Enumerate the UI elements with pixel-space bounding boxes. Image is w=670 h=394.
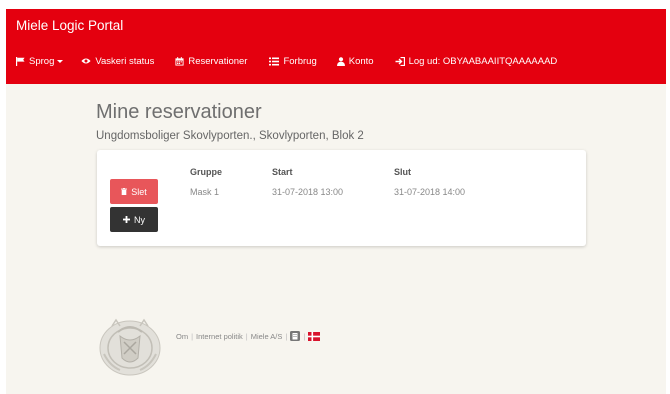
nav-language-label: Sprog	[29, 55, 55, 67]
coat-of-arms-logo	[99, 318, 161, 376]
cell-start: 31-07-2018 13:00	[272, 187, 344, 197]
nav-reservations-label: Reservationer	[188, 55, 248, 67]
cell-group: Mask 1	[190, 187, 220, 197]
nav-menu: Sprog Vaskeri status Reservationer Forbr…	[6, 53, 557, 69]
plus-icon	[123, 216, 130, 223]
brand-title[interactable]: Miele Logic Portal	[16, 18, 123, 33]
nav-reservations[interactable]: Reservationer	[175, 56, 247, 67]
header-end: Slut	[394, 167, 411, 177]
chevron-down-icon	[57, 59, 64, 63]
list-icon	[269, 57, 280, 65]
calendar-icon	[175, 56, 184, 66]
header-start: Start	[272, 167, 293, 177]
header-group: Gruppe	[190, 167, 223, 177]
nav-account[interactable]: Konto	[336, 55, 374, 67]
nav-consumption-label: Forbrug	[283, 55, 317, 67]
footer-separator: |	[285, 331, 288, 341]
nav-logout-label: Log ud: OBYAABAAIITQAAAAAAD	[408, 55, 558, 67]
footer-link-about[interactable]: Om	[176, 332, 188, 341]
building-icon[interactable]	[290, 331, 301, 341]
delete-button[interactable]: Slet	[110, 179, 158, 204]
footer-separator: |	[303, 331, 306, 341]
delete-button-label: Slet	[131, 186, 147, 197]
flag-icon	[16, 56, 25, 66]
eye-icon	[81, 58, 91, 64]
nav-consumption[interactable]: Forbrug	[269, 55, 317, 67]
app-frame: Miele Logic Portal Sprog Vaskeri status	[6, 9, 666, 394]
footer-link-internet-policy[interactable]: Internet politik	[196, 332, 243, 341]
footer-separator: |	[245, 331, 248, 341]
danish-flag-icon[interactable]	[308, 331, 321, 341]
nav-logout[interactable]: Log ud: OBYAABAAIITQAAAAAAD	[395, 55, 558, 67]
footer-links: Om | Internet politik | Miele A/S | |	[176, 331, 321, 341]
new-button-label: Ny	[134, 214, 145, 225]
nav-language[interactable]: Sprog	[16, 55, 64, 67]
nav-laundry-status[interactable]: Vaskeri status	[81, 56, 154, 67]
trash-icon	[121, 188, 128, 195]
user-icon	[336, 56, 345, 66]
new-reservation-button[interactable]: Ny	[110, 207, 158, 232]
footer-separator: |	[191, 331, 194, 341]
page-title: Mine reservationer	[96, 101, 262, 123]
top-navbar: Miele Logic Portal Sprog Vaskeri status	[6, 9, 666, 84]
footer-link-miele[interactable]: Miele A/S	[251, 332, 283, 341]
nav-account-label: Konto	[348, 55, 374, 67]
page-subtitle: Ungdomsboliger Skovlyporten., Skovlyport…	[96, 130, 364, 142]
logout-icon	[395, 56, 405, 66]
reservations-panel: Gruppe Start Slut Mask 1 31-07-2018 13:0…	[97, 150, 586, 246]
nav-laundry-status-label: Vaskeri status	[95, 55, 155, 67]
cell-end: 31-07-2018 14:00	[394, 187, 466, 197]
